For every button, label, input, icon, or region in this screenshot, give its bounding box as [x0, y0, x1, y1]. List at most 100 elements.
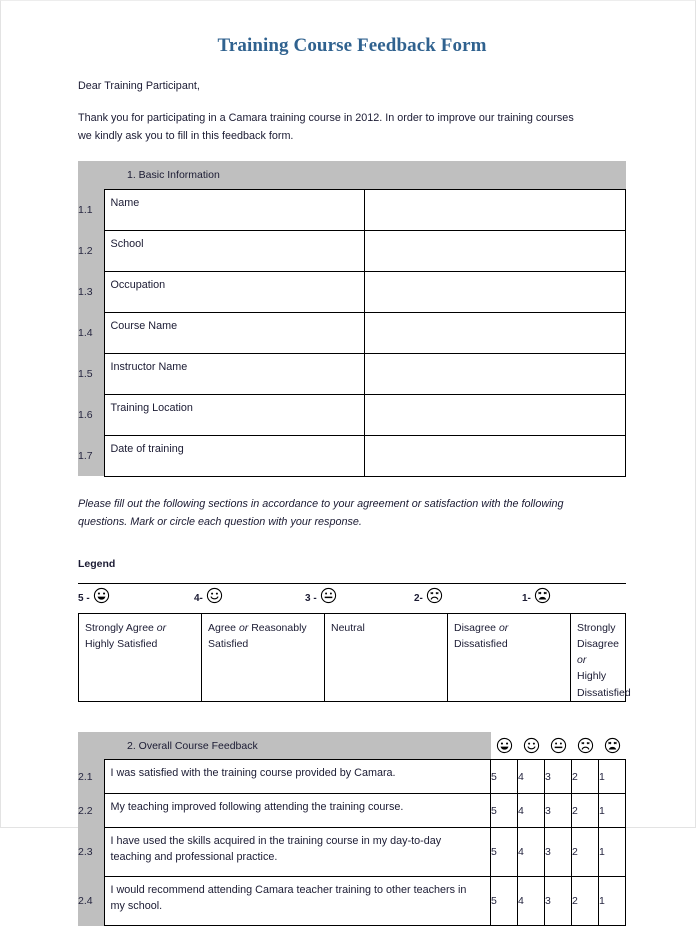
- face-sad-icon: [426, 587, 443, 604]
- legend-text-emphasis: or: [498, 621, 509, 634]
- legend-description-4: Agree or Reasonably Satisfied: [201, 612, 325, 702]
- legend-text: Agree: [208, 621, 239, 634]
- rating-header-1: [598, 731, 626, 760]
- legend-description-row: Strongly Agree or Highly Satisfied Agree…: [78, 612, 631, 702]
- section-header-row: 1. Basic Information: [78, 161, 626, 190]
- row-input-training-location[interactable]: [364, 393, 626, 436]
- legend-description-1: Strongly Disagree or Highly Dissatisfied: [570, 612, 631, 702]
- row-number: 2.2: [78, 793, 104, 828]
- score-option-4[interactable]: 4: [517, 759, 545, 795]
- table-row: 1.4 Course Name: [78, 311, 626, 354]
- table-row: 1.7 Date of training: [78, 434, 626, 477]
- row-input-occupation[interactable]: [364, 270, 626, 313]
- table-row: 2.4 I would recommend attending Camara t…: [78, 876, 626, 926]
- score-option-3[interactable]: 3: [544, 793, 572, 829]
- legend-text-emphasis: or: [577, 654, 587, 667]
- table-row: 2.2 My teaching improved following atten…: [78, 793, 626, 829]
- score-option-3[interactable]: 3: [544, 827, 572, 878]
- score-option-2[interactable]: 2: [571, 793, 599, 829]
- rating-header-4: [517, 731, 545, 760]
- row-number: 1.3: [78, 271, 104, 313]
- table-row: 2.1 I was satisfied with the training co…: [78, 759, 626, 795]
- rating-header-3: [544, 731, 572, 760]
- legend-scale-row: 5 - 4- 3 - 2- 1-: [78, 584, 626, 613]
- row-label: Course Name: [103, 311, 366, 354]
- face-very-sad-icon: [599, 737, 626, 754]
- question-text: I would recommend attending Camara teach…: [103, 876, 491, 926]
- score-option-4[interactable]: 4: [517, 793, 545, 829]
- row-input-school[interactable]: [364, 229, 626, 272]
- question-text: I have used the skills acquired in the t…: [103, 827, 491, 878]
- score-option-2[interactable]: 2: [571, 876, 599, 926]
- legend-heading: Legend: [78, 557, 116, 570]
- question-text: I was satisfied with the training course…: [103, 759, 491, 795]
- face-very-happy-icon: [491, 737, 518, 754]
- section-header-spacer: [78, 161, 104, 190]
- score-option-1[interactable]: 1: [598, 827, 626, 878]
- legend-description-5: Strongly Agree or Highly Satisfied: [78, 612, 202, 702]
- legend-scale-5: 5 -: [78, 587, 110, 604]
- score-option-5[interactable]: 5: [490, 759, 518, 795]
- row-number: 1.7: [78, 435, 104, 477]
- row-label: Instructor Name: [103, 352, 366, 395]
- row-number: 2.4: [78, 876, 104, 926]
- legend-scale-4: 4-: [194, 587, 223, 604]
- score-option-1[interactable]: 1: [598, 759, 626, 795]
- face-happy-icon: [518, 737, 545, 754]
- legend-text: Disagree: [454, 621, 499, 634]
- legend-text-emphasis: or: [156, 621, 167, 634]
- legend-description-3: Neutral: [324, 612, 448, 702]
- section-2-heading: 2. Overall Course Feedback: [104, 731, 491, 760]
- row-input-name[interactable]: [364, 188, 626, 231]
- legend-description-2: Disagree or Dissatisfied: [447, 612, 571, 702]
- row-input-course-name[interactable]: [364, 311, 626, 354]
- legend-text: Strongly Agree: [85, 621, 157, 634]
- table-row: 2.3 I have used the skills acquired in t…: [78, 827, 626, 878]
- row-number: 2.1: [78, 759, 104, 794]
- section-header-spacer: [78, 731, 104, 760]
- row-number: 1.4: [78, 312, 104, 354]
- legend-scale-number: 2-: [414, 592, 423, 604]
- legend-text-tail: Highly Dissatisfied: [577, 670, 631, 699]
- row-number: 1.6: [78, 394, 104, 436]
- legend-text: Neutral: [331, 621, 365, 634]
- score-option-4[interactable]: 4: [517, 876, 545, 926]
- row-label: Occupation: [103, 270, 366, 313]
- legend-description-table: Strongly Agree or Highly Satisfied Agree…: [78, 612, 631, 702]
- score-option-3[interactable]: 3: [544, 876, 572, 926]
- score-option-5[interactable]: 5: [490, 827, 518, 878]
- row-input-instructor-name[interactable]: [364, 352, 626, 395]
- question-text: My teaching improved following attending…: [103, 793, 491, 829]
- legend-scale-number: 3 -: [305, 592, 317, 604]
- legend-scale-number: 4-: [194, 592, 203, 604]
- face-neutral-icon: [545, 737, 572, 754]
- face-very-happy-icon: [93, 587, 110, 604]
- rating-header-2: [571, 731, 599, 760]
- row-input-date-of-training[interactable]: [364, 434, 626, 477]
- legend-scale-number: 1-: [522, 592, 531, 604]
- table-row: 1.6 Training Location: [78, 393, 626, 436]
- score-option-4[interactable]: 4: [517, 827, 545, 878]
- section-1-heading: 1. Basic Information: [104, 161, 626, 190]
- legend-text-tail: Highly Satisfied: [85, 637, 158, 650]
- score-option-3[interactable]: 3: [544, 759, 572, 795]
- row-label: Training Location: [103, 393, 366, 436]
- legend-scale-2: 2-: [414, 587, 443, 604]
- score-option-1[interactable]: 1: [598, 793, 626, 829]
- score-option-2[interactable]: 2: [571, 827, 599, 878]
- legend-text-emphasis: or: [238, 621, 249, 634]
- row-number: 1.2: [78, 230, 104, 272]
- row-number: 1.1: [78, 189, 104, 231]
- overall-course-feedback-table: 2. Overall Course Feedback 2.1 I was sat…: [78, 731, 626, 926]
- score-option-5[interactable]: 5: [490, 793, 518, 829]
- score-option-5[interactable]: 5: [490, 876, 518, 926]
- table-row: 1.3 Occupation: [78, 270, 626, 313]
- rating-header-5: [490, 731, 518, 760]
- legend-text-tail: Dissatisfied: [454, 637, 508, 650]
- instruction-text: Please fill out the following sections i…: [78, 477, 612, 532]
- row-label: Name: [103, 188, 366, 231]
- table-row: 1.2 School: [78, 229, 626, 272]
- score-option-1[interactable]: 1: [598, 876, 626, 926]
- basic-information-table: 1. Basic Information 1.1 Name 1.2 School…: [78, 161, 626, 477]
- score-option-2[interactable]: 2: [571, 759, 599, 795]
